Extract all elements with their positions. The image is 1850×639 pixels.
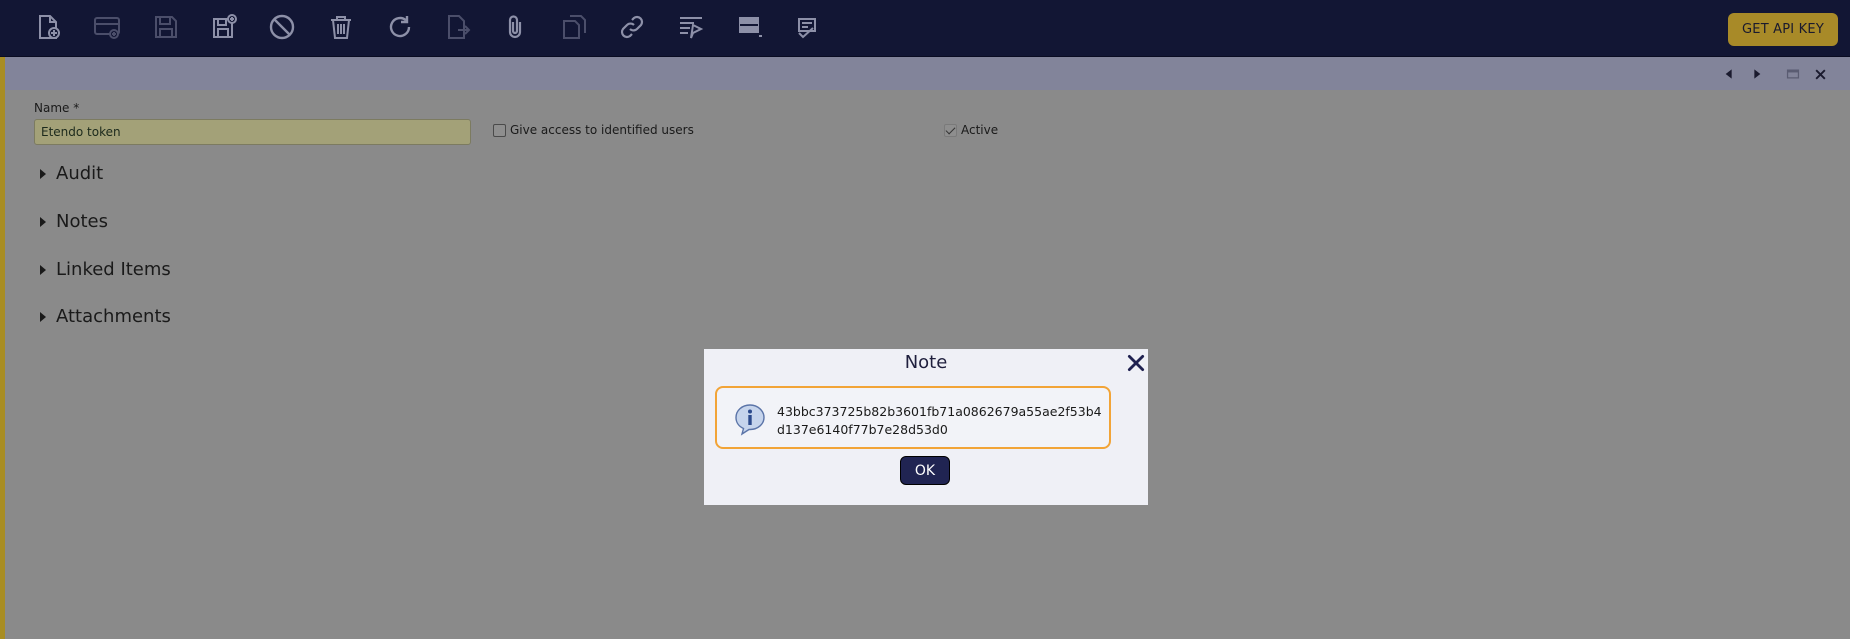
give-access-checkbox[interactable] [493,124,506,137]
save-and-new-icon[interactable] [209,12,239,42]
delete-icon[interactable] [326,12,356,42]
ok-button[interactable]: OK [900,456,950,485]
expand-arrow-icon [40,311,46,322]
give-access-label: Give access to identified users [510,123,694,137]
close-icon[interactable] [1124,351,1148,375]
section-notes-label: Notes [56,211,108,232]
section-linked-items[interactable]: Linked Items [40,259,171,280]
grid-view-icon[interactable] [735,12,765,42]
previous-record-icon[interactable] [1720,65,1738,83]
undo-icon[interactable] [267,12,297,42]
note-dialog: Note 43bbc373725b82b3601fb71a0862679a55a… [704,349,1148,505]
close-form-icon[interactable] [1811,65,1829,83]
maximize-icon[interactable] [1784,65,1802,83]
section-linked-items-label: Linked Items [56,259,171,280]
get-api-key-button[interactable]: GET API KEY [1728,13,1838,46]
link-icon[interactable] [617,12,647,42]
new-row-icon[interactable] [92,12,122,42]
name-label: Name * [34,101,80,115]
active-label: Active [961,123,999,137]
document-view-icon[interactable] [793,12,823,42]
expand-arrow-icon [40,264,46,275]
next-record-icon[interactable] [1748,65,1766,83]
section-attachments-label: Attachments [56,306,171,327]
filter-icon[interactable] [676,12,706,42]
dialog-title: Note [904,352,948,373]
active-checkbox[interactable] [944,124,957,137]
message-box: 43bbc373725b82b3601fb71a0862679a55ae2f53… [715,386,1111,449]
form-header-strip [5,57,1850,90]
section-audit[interactable]: Audit [40,163,103,184]
name-input[interactable]: Etendo token [34,119,471,145]
message-text: 43bbc373725b82b3601fb71a0862679a55ae2f53… [777,404,1102,437]
expand-arrow-icon [40,216,46,227]
section-notes[interactable]: Notes [40,211,108,232]
refresh-icon[interactable] [385,12,415,42]
copy-record-icon[interactable] [559,12,589,42]
export-icon[interactable] [443,12,473,42]
attachment-icon[interactable] [500,12,530,42]
expand-arrow-icon [40,168,46,179]
save-icon[interactable] [151,12,181,42]
section-audit-label: Audit [56,163,104,184]
section-attachments[interactable]: Attachments [40,306,171,327]
accent-stripe [0,57,5,639]
new-document-icon[interactable] [33,12,63,42]
info-icon [735,404,765,436]
main-toolbar: GET API KEY [0,0,1850,57]
